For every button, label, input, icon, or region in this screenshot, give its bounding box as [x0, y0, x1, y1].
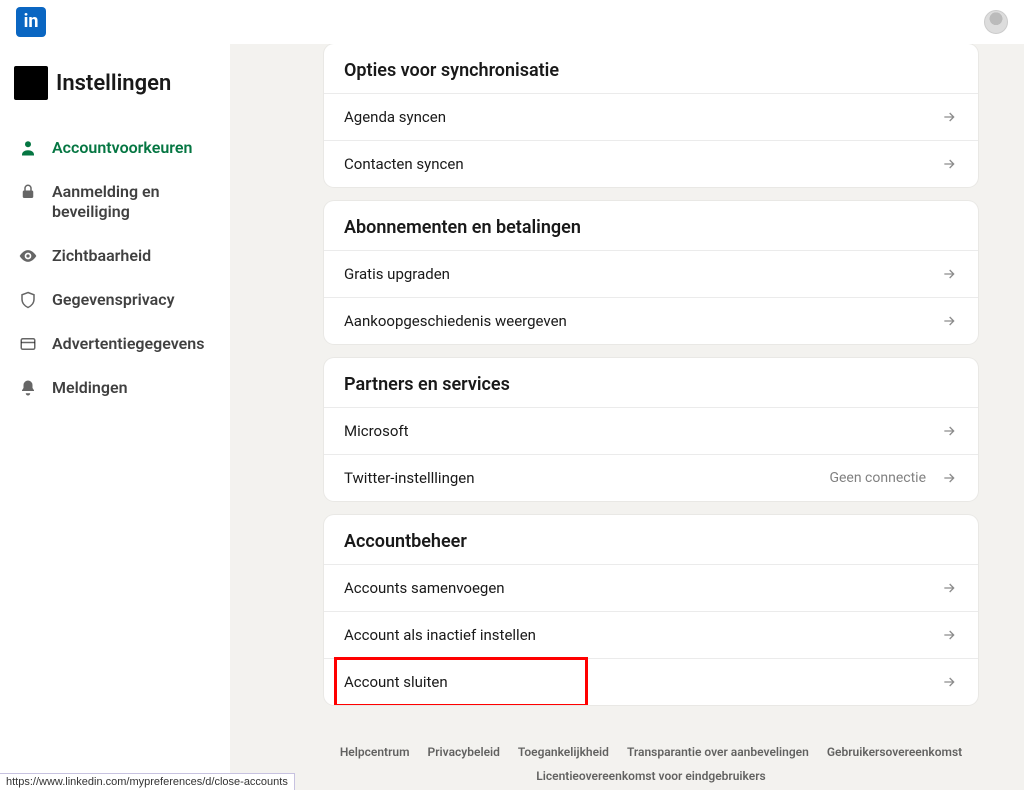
settings-avatar [14, 66, 48, 100]
card-subscriptions: Abonnementen en betalingen Gratis upgrad… [324, 201, 978, 344]
browser-status-url: https://www.linkedin.com/mypreferences/d… [0, 773, 295, 790]
card-sync-options: Opties voor synchronisatie Agenda syncen… [324, 44, 978, 187]
shield-icon [18, 290, 38, 310]
arrow-right-icon [940, 422, 958, 440]
row-label: Account als inactief instellen [344, 626, 536, 644]
arrow-right-icon [940, 469, 958, 487]
row-sync-contacts[interactable]: Contacten syncen [324, 140, 978, 187]
row-label: Twitter-instelllingen [344, 469, 475, 487]
sidebar-item-notifications[interactable]: Meldingen [14, 366, 220, 410]
logo-text: in [24, 11, 39, 32]
card-title: Partners en services [324, 358, 978, 407]
sidebar-item-visibility[interactable]: Zichtbaarheid [14, 234, 220, 278]
card-title: Accountbeheer [324, 515, 978, 564]
profile-avatar[interactable] [984, 10, 1008, 34]
sidebar-item-account-preferences[interactable]: Accountvoorkeuren [14, 126, 220, 170]
sidebar-item-signin-security[interactable]: Aanmelding en beveiliging [14, 170, 220, 234]
row-label: Contacten syncen [344, 155, 464, 173]
sidebar-item-label: Meldingen [52, 378, 216, 398]
footer-links: Helpcentrum Privacybeleid Toegankelijkhe… [324, 745, 978, 759]
eye-icon [18, 246, 38, 266]
sidebar-item-ad-data[interactable]: Advertentiegegevens [14, 322, 220, 366]
row-label: Aankoopgeschiedenis weergeven [344, 312, 567, 330]
arrow-right-icon [940, 108, 958, 126]
card-partners: Partners en services Microsoft Twitter-i… [324, 358, 978, 501]
card-account-management: Accountbeheer Accounts samenvoegen Accou… [324, 515, 978, 705]
footer-links-2: Licentieovereenkomst voor eindgebruikers [324, 769, 978, 783]
lock-icon [18, 182, 38, 202]
ad-card-icon [18, 334, 38, 354]
row-purchase-history[interactable]: Aankoopgeschiedenis weergeven [324, 297, 978, 344]
card-title: Opties voor synchronisatie [324, 44, 978, 93]
settings-sidebar: Instellingen Accountvoorkeuren Aanmeldin… [0, 44, 230, 790]
sidebar-item-label: Zichtbaarheid [52, 246, 216, 266]
arrow-right-icon [940, 579, 958, 597]
row-upgrade[interactable]: Gratis upgraden [324, 250, 978, 297]
arrow-right-icon [940, 265, 958, 283]
top-bar: in [0, 0, 1024, 44]
footer-link-user-agreement[interactable]: Gebruikersovereenkomst [827, 745, 962, 759]
row-close-account[interactable]: Account sluiten [324, 658, 978, 705]
linkedin-logo[interactable]: in [16, 7, 46, 37]
card-title: Abonnementen en betalingen [324, 201, 978, 250]
row-hibernate-account[interactable]: Account als inactief instellen [324, 611, 978, 658]
row-microsoft[interactable]: Microsoft [324, 407, 978, 454]
main-layout: Instellingen Accountvoorkeuren Aanmeldin… [0, 44, 1024, 790]
row-label: Agenda syncen [344, 108, 446, 126]
sidebar-item-label: Gegevensprivacy [52, 290, 216, 310]
row-right: Geen connectie [829, 469, 958, 487]
sidebar-item-label: Aanmelding en beveiliging [52, 182, 216, 222]
row-secondary: Geen connectie [829, 470, 926, 486]
row-twitter[interactable]: Twitter-instelllingen Geen connectie [324, 454, 978, 501]
row-label: Gratis upgraden [344, 265, 450, 283]
row-sync-calendar[interactable]: Agenda syncen [324, 93, 978, 140]
sidebar-item-label: Advertentiegegevens [52, 334, 216, 354]
settings-header: Instellingen [14, 66, 220, 100]
arrow-right-icon [940, 312, 958, 330]
row-merge-accounts[interactable]: Accounts samenvoegen [324, 564, 978, 611]
footer-link-eula[interactable]: Licentieovereenkomst voor eindgebruikers [536, 769, 765, 783]
person-icon [18, 138, 38, 158]
row-label: Microsoft [344, 422, 409, 440]
row-label: Accounts samenvoegen [344, 579, 505, 597]
arrow-right-icon [940, 673, 958, 691]
bell-icon [18, 378, 38, 398]
arrow-right-icon [940, 626, 958, 644]
arrow-right-icon [940, 155, 958, 173]
row-label: Account sluiten [344, 673, 448, 691]
settings-content: Opties voor synchronisatie Agenda syncen… [230, 44, 1024, 790]
footer-link-privacy[interactable]: Privacybeleid [428, 745, 500, 759]
page-title: Instellingen [56, 71, 171, 96]
footer-link-accessibility[interactable]: Toegankelijkheid [518, 745, 609, 759]
page-footer: Helpcentrum Privacybeleid Toegankelijkhe… [324, 745, 978, 790]
sidebar-item-label: Accountvoorkeuren [52, 138, 216, 158]
footer-link-transparency[interactable]: Transparantie over aanbevelingen [627, 745, 809, 759]
footer-link-help[interactable]: Helpcentrum [340, 745, 410, 759]
sidebar-item-data-privacy[interactable]: Gegevensprivacy [14, 278, 220, 322]
